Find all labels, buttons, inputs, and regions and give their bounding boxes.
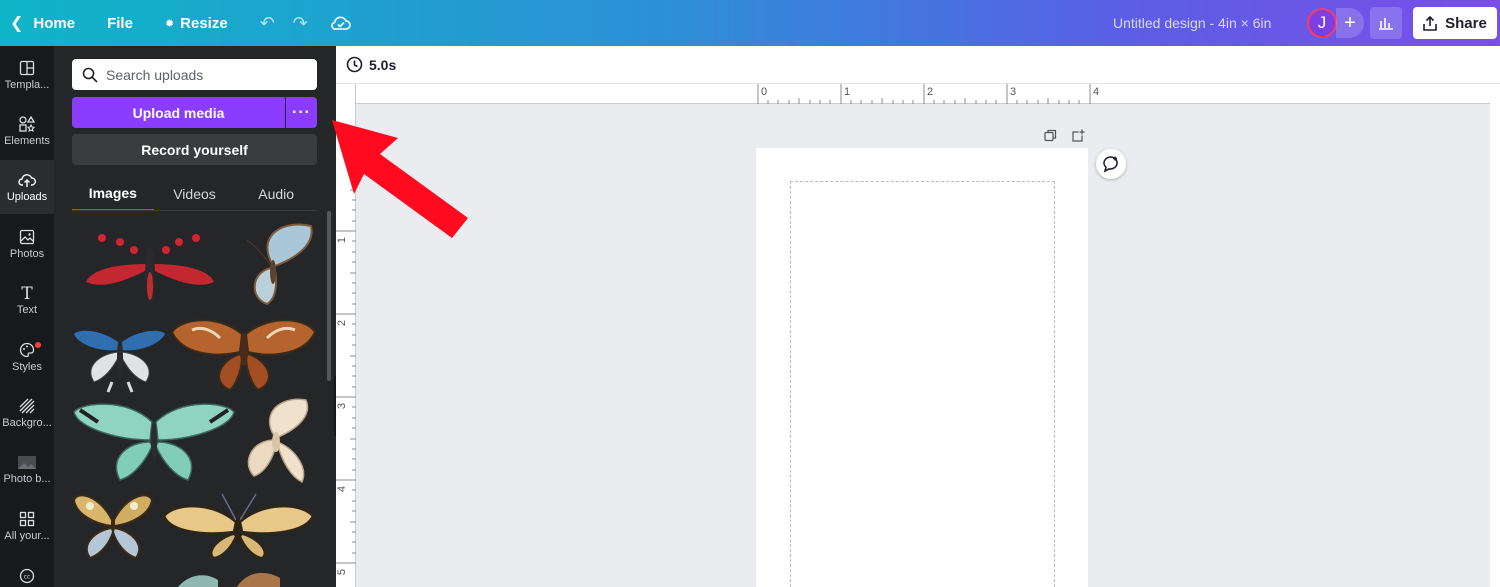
share-label: Share (1445, 14, 1487, 32)
rail-item-templates[interactable]: Templa... (0, 48, 54, 102)
notification-dot (35, 342, 41, 348)
rail-item-all-apps[interactable]: All your... (0, 499, 54, 553)
rail-label: Styles (12, 361, 42, 373)
more-options-button[interactable]: ··· (286, 97, 317, 128)
rail-item-uploads[interactable]: Uploads (0, 160, 54, 214)
ruler-label: 5 (336, 568, 349, 576)
background-icon (19, 398, 35, 414)
rail-label: Uploads (6, 191, 48, 203)
ruler-label: 0 (761, 86, 768, 98)
cloud-upload-icon (18, 174, 36, 187)
rail-label: Templa... (4, 79, 50, 91)
image-thumbnail[interactable] (72, 400, 237, 484)
image-thumbnail[interactable] (72, 314, 167, 394)
image-thumbnail[interactable] (237, 222, 317, 308)
rail-item-creative-commons[interactable]: cc (0, 558, 54, 587)
rail-item-elements[interactable]: Elements (0, 104, 54, 158)
duplicate-page-icon[interactable] (1043, 128, 1057, 142)
image-thumbnail[interactable] (162, 566, 292, 587)
image-thumbnail[interactable] (72, 490, 154, 560)
tab-divider (72, 210, 317, 211)
layout-icon (19, 60, 35, 76)
ruler-label: 4 (336, 485, 349, 493)
share-icon (1423, 15, 1437, 31)
resize-button[interactable]: ✹ Resize (165, 0, 228, 46)
undo-icon[interactable]: ↶ (260, 0, 275, 46)
rail-label: Photo b... (3, 473, 51, 485)
photo-background-icon (18, 456, 36, 469)
search-box[interactable] (72, 59, 317, 90)
comment-icon (1103, 156, 1118, 173)
resize-label: Resize (180, 14, 228, 32)
ruler-label: 1 (844, 86, 851, 98)
rail-item-text[interactable]: T Text (0, 273, 54, 327)
rail-item-styles[interactable]: Styles (0, 330, 54, 384)
apps-grid-icon (19, 511, 35, 527)
rail-item-background[interactable]: Backgro... (0, 386, 54, 440)
add-comment-button[interactable] (1096, 149, 1126, 179)
more-icon: ··· (292, 103, 311, 121)
rail-item-photos[interactable]: Photos (0, 217, 54, 271)
text-icon: T (21, 284, 33, 304)
add-page-icon[interactable] (1071, 128, 1085, 142)
ruler-label: 3 (336, 402, 349, 410)
insights-icon[interactable] (1370, 7, 1402, 39)
rail-item-photo-background[interactable]: Photo b... (0, 442, 54, 496)
top-bar-left: ❮ Home File ✹ Resize ↶ ↷ (10, 0, 352, 46)
cloud-save-icon[interactable] (330, 0, 352, 46)
ruler-label: 2 (336, 319, 349, 327)
safe-margin-guide (790, 181, 1055, 587)
image-thumbnail[interactable] (242, 398, 317, 486)
uploads-panel: Upload media ··· Record yourself Images … (54, 46, 336, 587)
search-input[interactable] (106, 66, 306, 83)
tab-videos[interactable]: Videos (154, 176, 236, 211)
rail-label: Backgro... (2, 417, 52, 429)
image-thumbnail[interactable] (170, 312, 317, 392)
canvas-toolbar: 5.0s (336, 46, 1500, 84)
home-label: Home (33, 14, 76, 32)
tab-audio[interactable]: Audio (235, 176, 317, 211)
record-yourself-button[interactable]: Record yourself (72, 134, 317, 165)
rail-label: Elements (4, 135, 50, 147)
top-bar: ❮ Home File ✹ Resize ↶ ↷ Untitled design… (0, 0, 1500, 46)
shapes-icon (19, 115, 36, 133)
upload-media-button[interactable]: Upload media (72, 97, 285, 128)
image-icon (19, 229, 35, 245)
tab-images[interactable]: Images (72, 176, 154, 211)
rail-label: Text (16, 304, 38, 316)
horizontal-ruler: 0 1 2 3 4 (356, 84, 1490, 104)
clock-icon (346, 56, 363, 73)
search-icon (82, 67, 98, 83)
creative-commons-icon: cc (19, 568, 35, 584)
image-thumbnail[interactable] (160, 492, 317, 560)
rail-label: All your... (4, 530, 50, 542)
image-thumbnail[interactable] (74, 224, 224, 308)
annotation-arrow (332, 120, 468, 238)
side-rail: Templa... Elements Uploads Photos T Text… (0, 46, 54, 587)
canvas-scrollbar[interactable] (1490, 84, 1500, 587)
ruler-label: 2 (927, 86, 934, 98)
palette-icon (19, 342, 35, 358)
chevron-left-icon: ❮ (10, 15, 24, 32)
svg-text:cc: cc (24, 574, 31, 581)
add-collaborator-icon[interactable]: + (1336, 8, 1364, 38)
resize-icon: ✹ (164, 17, 175, 30)
design-title[interactable]: Untitled design - 4in × 6in (1113, 0, 1271, 46)
ruler-label: 3 (1010, 86, 1017, 98)
ruler-label: 4 (1093, 86, 1100, 98)
page-duration[interactable]: 5.0s (369, 57, 396, 73)
home-button[interactable]: ❮ Home (10, 0, 75, 46)
file-menu-button[interactable]: File (107, 0, 133, 46)
share-button[interactable]: Share (1413, 7, 1497, 39)
user-avatar[interactable]: J (1307, 8, 1337, 38)
media-tabs: Images Videos Audio (72, 176, 317, 211)
redo-icon[interactable]: ↷ (293, 0, 308, 46)
rail-label: Photos (9, 248, 45, 260)
